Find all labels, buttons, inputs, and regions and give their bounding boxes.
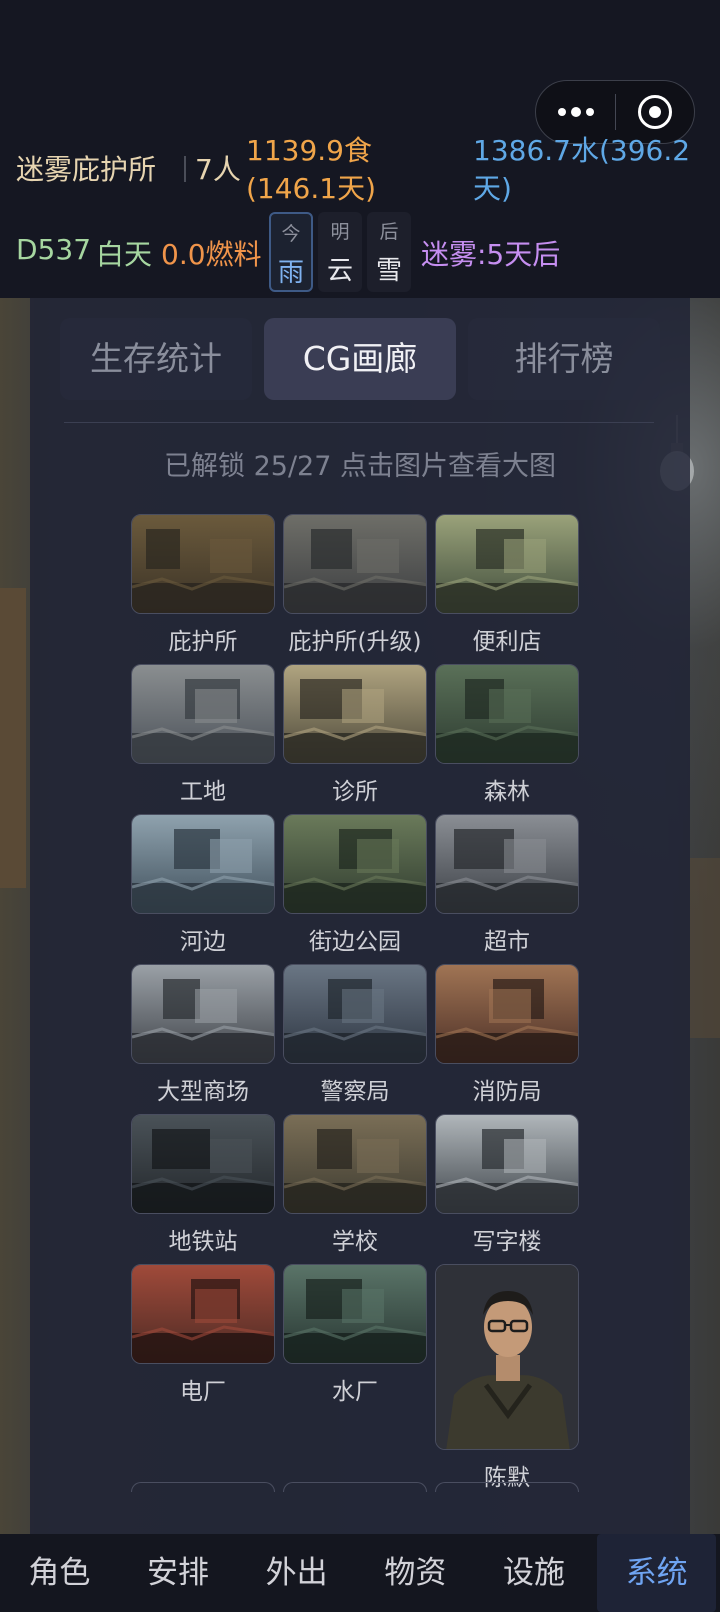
cg-thumbnail-image[interactable] bbox=[131, 514, 275, 614]
cg-thumbnail-image[interactable] bbox=[131, 814, 275, 914]
cg-thumbnail-image[interactable] bbox=[435, 964, 579, 1064]
weather-value: 雨 bbox=[277, 258, 304, 288]
cg-thumbnail-image[interactable] bbox=[283, 514, 427, 614]
cg-thumbnail-image[interactable] bbox=[131, 1264, 275, 1364]
weather-day-label: 后 bbox=[379, 221, 399, 243]
gallery-item[interactable]: 电厂 bbox=[131, 1264, 275, 1406]
cg-thumbnail-image[interactable] bbox=[131, 1114, 275, 1214]
gallery-item-label: 写字楼 bbox=[472, 1229, 542, 1255]
gallery-item-label: 电厂 bbox=[180, 1379, 226, 1405]
gallery-item-label: 警察局 bbox=[320, 1079, 390, 1105]
gallery-item[interactable]: 庇护所 bbox=[131, 514, 275, 656]
gallery-item[interactable]: 河边 bbox=[131, 814, 275, 956]
day-counter: D537 bbox=[16, 233, 92, 266]
cg-thumbnail-image[interactable] bbox=[131, 664, 275, 764]
gallery-item-label: 街边公园 bbox=[309, 929, 401, 955]
weather-tomorrow: 明 云 bbox=[318, 212, 362, 292]
gallery-item[interactable]: 庇护所(升级) bbox=[283, 514, 427, 656]
nav-system[interactable]: 系统 bbox=[597, 1534, 717, 1612]
time-of-day: 白天 bbox=[96, 238, 153, 271]
nav-character[interactable]: 角色 bbox=[0, 1534, 119, 1612]
divider bbox=[184, 156, 186, 182]
weather-day-after: 后 雪 bbox=[367, 212, 411, 292]
tab-cg-gallery[interactable]: CG画廊 bbox=[264, 318, 456, 400]
gallery-item[interactable]: 街边公园 bbox=[283, 814, 427, 956]
gallery-item-label: 大型商场 bbox=[157, 1079, 249, 1105]
gallery-item[interactable]: 陈默 bbox=[435, 1264, 579, 1492]
gallery-item[interactable]: 森林 bbox=[435, 664, 579, 806]
shelter-name: 迷雾庇护所 bbox=[16, 153, 157, 186]
system-panel: 生存统计 CG画廊 排行榜 已解锁 25/27 点击图片查看大图 庇护所 庇护所(… bbox=[30, 298, 690, 1534]
gallery-item-label: 便利店 bbox=[472, 629, 542, 655]
gallery-item-partial[interactable] bbox=[283, 1482, 427, 1492]
gallery-item[interactable]: 诊所 bbox=[283, 664, 427, 806]
gallery-item-label: 河边 bbox=[180, 929, 226, 955]
gallery-item-label: 学校 bbox=[332, 1229, 378, 1255]
cg-thumbnail-image[interactable] bbox=[435, 1114, 579, 1214]
gallery-item-label: 地铁站 bbox=[168, 1229, 238, 1255]
divider bbox=[64, 422, 654, 423]
tab-survival-stats[interactable]: 生存统计 bbox=[60, 318, 252, 400]
nav-supplies[interactable]: 物资 bbox=[356, 1534, 475, 1612]
status-header: 迷雾庇护所 7人 1139.9食(146.1天) 1386.7水(396.2天)… bbox=[0, 0, 720, 298]
weather-today: 今 雨 bbox=[269, 212, 313, 292]
gallery-item[interactable]: 警察局 bbox=[283, 964, 427, 1106]
cg-thumbnail-image[interactable] bbox=[435, 514, 579, 614]
bottom-nav: 角色 安排 外出 物资 设施 系统 bbox=[0, 1534, 720, 1612]
cg-thumbnail-image[interactable] bbox=[435, 664, 579, 764]
gallery-item[interactable]: 超市 bbox=[435, 814, 579, 956]
gallery-item-label: 消防局 bbox=[472, 1079, 542, 1105]
weather-value: 云 bbox=[326, 256, 353, 286]
cg-thumbnail-image[interactable] bbox=[283, 664, 427, 764]
gallery-item[interactable]: 地铁站 bbox=[131, 1114, 275, 1256]
weather-day-label: 今 bbox=[281, 223, 301, 245]
water-stock: 1386.7水(396.2天) bbox=[473, 134, 691, 205]
gallery-item[interactable]: 消防局 bbox=[435, 964, 579, 1106]
cg-thumbnail-image[interactable] bbox=[435, 814, 579, 914]
tab-bar: 生存统计 CG画廊 排行榜 bbox=[60, 318, 660, 400]
cg-thumbnail-image[interactable] bbox=[131, 964, 275, 1064]
tab-leaderboard[interactable]: 排行榜 bbox=[468, 318, 660, 400]
gallery-item-label: 庇护所 bbox=[168, 629, 238, 655]
gallery-item-label: 水厂 bbox=[332, 1379, 378, 1405]
unlock-progress-text: 已解锁 25/27 点击图片查看大图 bbox=[164, 451, 556, 482]
nav-arrange[interactable]: 安排 bbox=[119, 1534, 238, 1612]
wall-plank bbox=[0, 588, 26, 888]
gallery-item-partial[interactable] bbox=[435, 1482, 579, 1492]
weather-value: 雪 bbox=[375, 256, 402, 286]
gallery-item[interactable]: 便利店 bbox=[435, 514, 579, 656]
cg-thumbnail-image[interactable] bbox=[283, 814, 427, 914]
gallery-item[interactable]: 工地 bbox=[131, 664, 275, 806]
weather-day-label: 明 bbox=[330, 221, 350, 243]
gallery-item-label: 超市 bbox=[484, 929, 530, 955]
wall-plank bbox=[690, 858, 720, 1038]
more-icon[interactable] bbox=[536, 106, 615, 117]
nav-explore[interactable]: 外出 bbox=[237, 1534, 356, 1612]
gallery-item[interactable]: 学校 bbox=[283, 1114, 427, 1256]
gallery-item[interactable]: 写字楼 bbox=[435, 1114, 579, 1256]
nav-facilities[interactable]: 设施 bbox=[475, 1534, 594, 1612]
gallery-item-label: 诊所 bbox=[332, 779, 378, 805]
gallery-item-partial[interactable] bbox=[131, 1482, 275, 1492]
cg-thumbnail-image[interactable] bbox=[283, 1114, 427, 1214]
population-count: 7人 bbox=[195, 153, 241, 186]
fog-countdown: 迷雾:5天后 bbox=[421, 238, 561, 271]
gallery-item[interactable]: 水厂 bbox=[283, 1264, 427, 1406]
gallery-item-label: 工地 bbox=[180, 779, 226, 805]
close-target-icon[interactable] bbox=[616, 95, 694, 129]
food-stock: 1139.9食(146.1天) bbox=[246, 134, 377, 205]
cg-thumbnail-image[interactable] bbox=[283, 964, 427, 1064]
fuel-stock: 0.0燃料 bbox=[161, 238, 262, 271]
character-portrait-image[interactable] bbox=[435, 1264, 579, 1450]
cg-thumbnail-image[interactable] bbox=[283, 1264, 427, 1364]
gallery-item-label: 森林 bbox=[484, 779, 530, 805]
gallery-item[interactable]: 大型商场 bbox=[131, 964, 275, 1106]
gallery-item-label: 庇护所(升级) bbox=[288, 629, 422, 655]
